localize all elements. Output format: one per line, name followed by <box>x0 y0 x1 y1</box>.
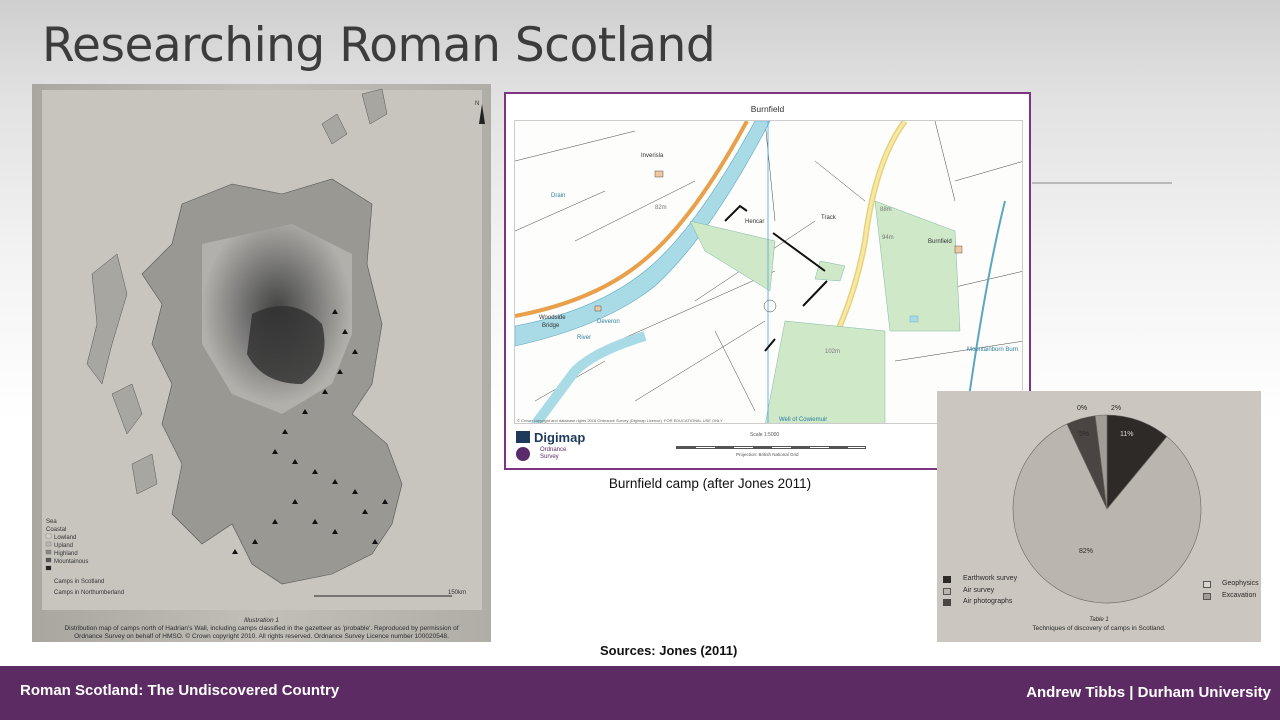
map-scale: Scale 1:5000 <box>750 432 780 438</box>
pie-label-excavation: 2% <box>1111 405 1122 412</box>
os-map: Inverisla Hencar Burnfield Woodside Brid… <box>514 120 1023 424</box>
legend-coastal: Coastal <box>46 527 67 533</box>
legend-excavation: Excavation <box>1222 592 1257 599</box>
label-river: River <box>577 335 592 341</box>
illustration-caption-2: Ordnance Survey on behalf of HMSO. © Cro… <box>74 633 449 640</box>
map-copyright: © Crown copyright and database rights 20… <box>517 418 723 423</box>
legend-highland: Highland <box>54 551 78 557</box>
north-label: N <box>475 101 480 107</box>
sources-note: Sources: Jones (2011) <box>600 643 738 658</box>
os-map-graphic <box>515 121 1022 423</box>
label-hencar: Hencar <box>745 219 765 225</box>
footer-author: Andrew Tibbs | Durham University <box>1026 684 1271 701</box>
pie-label-air-photographs: 5% <box>1079 431 1090 438</box>
footer-bar: Roman Scotland: The Undiscovered Country… <box>0 666 1280 720</box>
label-woodside: Woodside <box>539 315 566 321</box>
label-deveron: Deveron <box>597 319 620 325</box>
map-projection: Projection: British National Grid <box>736 452 799 457</box>
digimap-logo: Digimap <box>516 430 585 445</box>
pie-chart-photo: 0% 2% 5% 11% 82% Earthwork survey Air su… <box>937 391 1261 642</box>
legend-swatch-geophysics <box>1203 581 1211 588</box>
label-track: Track <box>821 215 836 221</box>
illustration-caption-1: Distribution map of camps north of Hadri… <box>64 625 459 632</box>
legend-swatch-air-photographs <box>943 599 951 606</box>
label-burnfield: Burnfield <box>928 239 952 245</box>
legend-swatch-excavation <box>1203 593 1211 600</box>
legend-lowland: Lowland <box>54 535 77 541</box>
label-well: Well of Cowiemuir <box>779 417 828 423</box>
legend-sea: Sea <box>46 519 57 525</box>
pie-caption: Techniques of discovery of camps in Scot… <box>1032 625 1166 632</box>
ordnance-survey-logo: Ordnance Survey <box>540 447 567 460</box>
slide-title: Researching Roman Scotland <box>42 18 716 73</box>
footer-course-title: Roman Scotland: The Undiscovered Country <box>20 682 340 699</box>
label-height-94: 94m <box>882 235 894 241</box>
legend-earthwork: Earthwork survey <box>963 575 1018 582</box>
table-label: Table 1 <box>1089 617 1109 623</box>
map-caption: Burnfield camp (after Jones 2011) <box>608 476 812 491</box>
title-divider <box>1032 182 1172 184</box>
scotland-map-graphic <box>32 84 491 642</box>
label-height-82: 82m <box>655 205 667 211</box>
legend-swatch-earthwork <box>943 576 951 583</box>
label-drain: Drain <box>551 193 566 199</box>
scale-end-label: 150km <box>448 590 467 596</box>
label-height-88: 88m <box>880 207 892 213</box>
os-logo-icon <box>516 447 530 461</box>
legend-mountainous: Mountainous <box>54 559 89 565</box>
map-title: Burnfield <box>750 104 785 114</box>
illustration-map-photo: Sea Coastal Lowland Upland Highland Moun… <box>32 84 491 642</box>
legend-upland: Upland <box>54 543 74 549</box>
label-height-102: 102m <box>825 349 841 355</box>
label-inverisla: Inverisla <box>641 153 664 159</box>
legend-air-photographs: Air photographs <box>963 598 1013 605</box>
label-burn: Mountainburn Burn <box>967 347 1019 353</box>
illustration-label: Illustration 1 <box>243 617 280 624</box>
legend-geophysics: Geophysics <box>1222 580 1259 587</box>
pie-label-geophysics: 0% <box>1077 405 1088 412</box>
label-bridge: Bridge <box>542 323 560 329</box>
pie-label-earthwork: 11% <box>1120 431 1134 438</box>
digimap-label: Digimap <box>534 430 586 445</box>
scale-bar <box>676 446 866 449</box>
legend-camps-northumberland: Camps in Northumberland <box>54 590 125 596</box>
legend-camps-scotland: Camps in Scotland <box>54 579 105 585</box>
legend-air-survey: Air survey <box>963 587 995 594</box>
pie-label-air-survey: 82% <box>1079 548 1094 555</box>
legend-swatch-air-survey <box>943 588 951 595</box>
digimap-icon <box>516 431 530 443</box>
